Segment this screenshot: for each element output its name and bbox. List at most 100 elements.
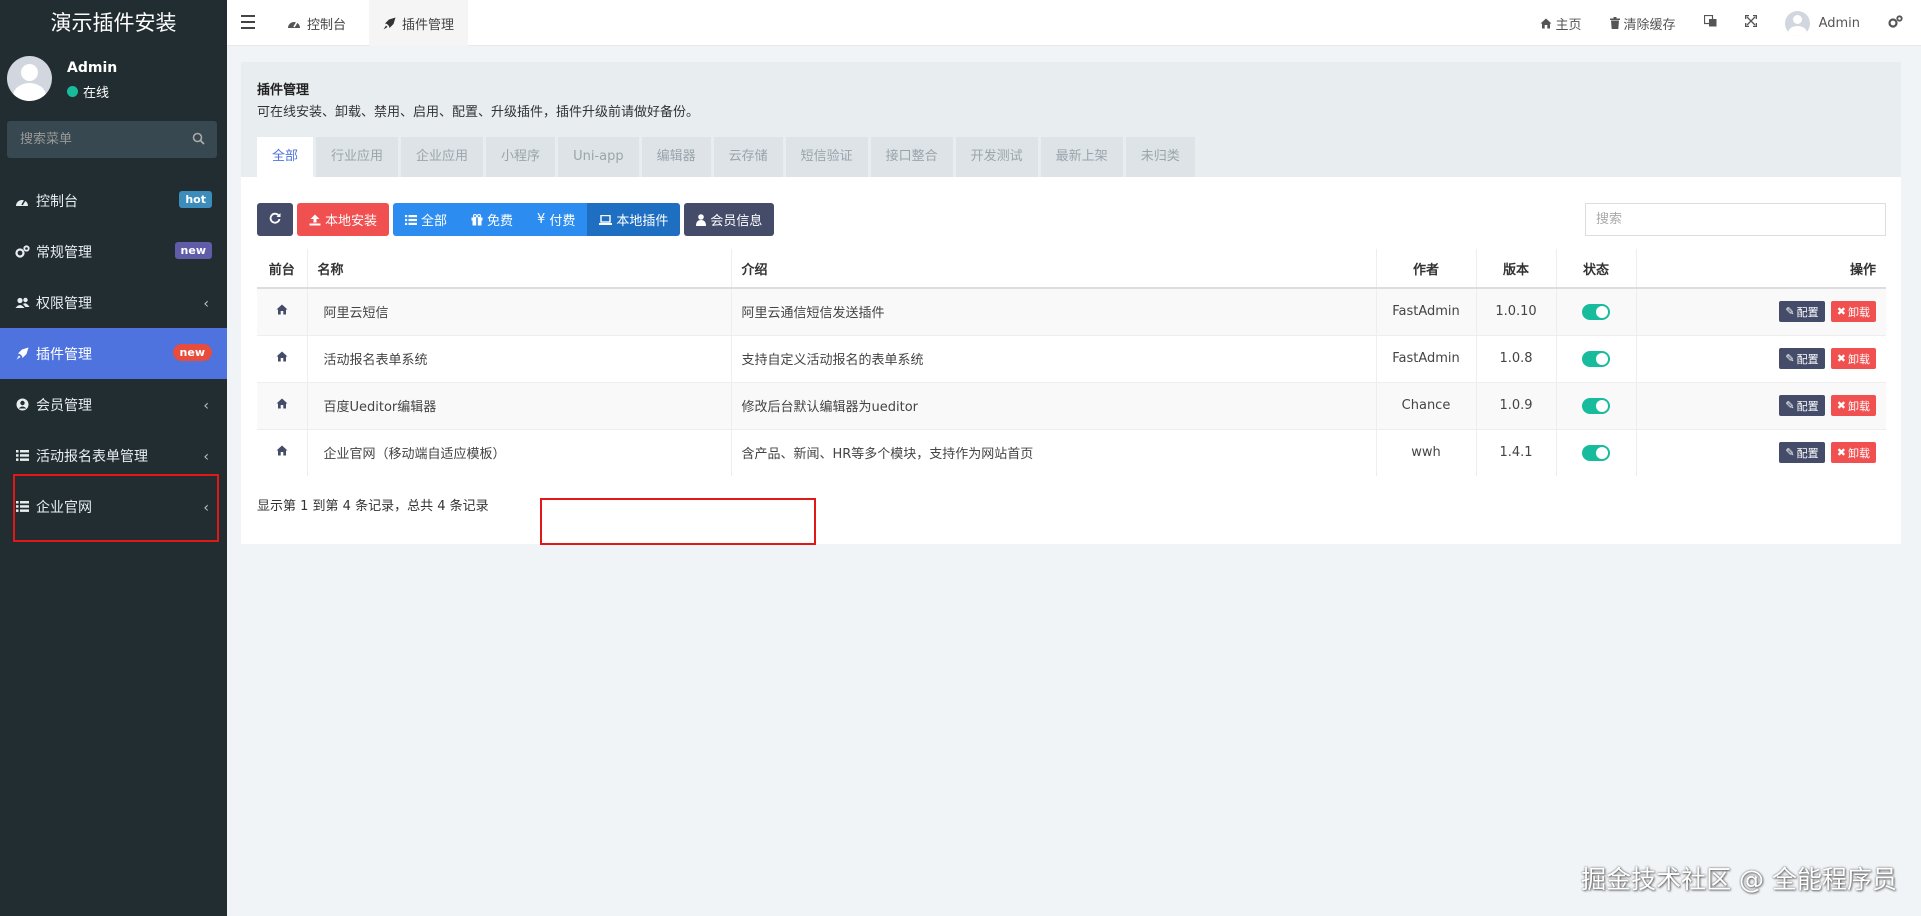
sidebar-item-members[interactable]: 会员管理 ‹: [0, 379, 227, 430]
menu-toggle-icon[interactable]: [241, 15, 255, 33]
addon-name: 企业官网（移动端自适应模板）: [306, 428, 731, 476]
addon-version: 1.4.1: [1475, 428, 1556, 476]
column-header-name[interactable]: 名称: [306, 249, 731, 289]
column-header-front[interactable]: 前台: [257, 249, 307, 289]
tab-enterprise[interactable]: 企业应用: [401, 137, 484, 177]
user-menu[interactable]: Admin: [1771, 0, 1874, 46]
yen-icon: ¥: [537, 212, 546, 227]
tab-uncategorized[interactable]: 未归类: [1125, 137, 1195, 177]
front-link[interactable]: [257, 428, 307, 476]
sidebar-item-auth[interactable]: 权限管理 ‹: [0, 277, 227, 328]
tab-dev-test[interactable]: 开发测试: [955, 137, 1038, 177]
tab-editor[interactable]: 编辑器: [641, 137, 711, 177]
close-icon: ✖: [1836, 446, 1846, 460]
top-navbar: 控制台 插件管理 主页 清除缓存 Admin: [227, 0, 1921, 46]
fullscreen-link[interactable]: [1731, 0, 1771, 46]
tab-cloud-storage[interactable]: 云存储: [713, 137, 783, 177]
filter-button-group: 全部 免费 ¥ 付费 本地插件: [393, 203, 681, 236]
uninstall-button[interactable]: ✖ 卸载: [1830, 442, 1876, 464]
column-header-author[interactable]: 作者: [1375, 249, 1476, 289]
status-toggle[interactable]: [1582, 350, 1610, 367]
addon-author: FastAdmin: [1375, 334, 1476, 382]
new-badge: new: [172, 344, 212, 361]
front-link[interactable]: [257, 381, 307, 429]
uninstall-button[interactable]: ✖ 卸载: [1830, 395, 1876, 416]
close-icon: ✖: [1836, 399, 1846, 412]
status-toggle[interactable]: [1582, 303, 1610, 320]
tab-all[interactable]: 全部: [257, 137, 314, 177]
search-icon[interactable]: [192, 132, 205, 149]
uninstall-button[interactable]: ✖ 卸载: [1830, 348, 1876, 369]
filter-free-button[interactable]: 免费: [459, 203, 526, 236]
table-search-input[interactable]: [1585, 203, 1886, 236]
sidebar-item-addons[interactable]: 插件管理 new: [0, 328, 227, 379]
pencil-icon: ✎: [1785, 305, 1795, 319]
sidebar-item-general[interactable]: 常规管理 new: [0, 226, 227, 277]
online-dot-icon: [67, 86, 78, 97]
config-button[interactable]: ✎ 配置: [1779, 348, 1825, 369]
tab-addons[interactable]: 插件管理: [369, 0, 469, 46]
tab-mini-program[interactable]: 小程序: [486, 137, 556, 177]
local-install-button[interactable]: 本地安装: [297, 203, 390, 236]
member-info-button[interactable]: 会员信息: [684, 203, 775, 236]
status-cell: [1555, 428, 1636, 476]
rocket-icon: [383, 17, 396, 30]
users-icon: [14, 296, 30, 310]
tab-industry[interactable]: 行业应用: [316, 137, 399, 177]
home-icon: [276, 398, 288, 413]
panel-header: 插件管理 可在线安装、卸载、禁用、启用、配置、升级插件，插件升级前请做好备份。 …: [241, 62, 1901, 177]
chevron-left-icon: ‹: [203, 449, 209, 465]
watermark: 掘金技术社区 @ 全能程序员: [1581, 865, 1897, 894]
sidebar-item-label: 活动报名表单管理: [36, 448, 148, 465]
app-logo[interactable]: 演示插件安装: [0, 0, 227, 46]
table-row: 企业官网（移动端自适应模板） 含产品、新闻、HR等多个模块，支持作为网站首页 w…: [257, 428, 1886, 476]
column-header-intro[interactable]: 介绍: [730, 249, 1376, 289]
front-link[interactable]: [257, 287, 307, 335]
chevron-left-icon: ‹: [203, 296, 209, 312]
addon-version: 1.0.9: [1475, 381, 1556, 429]
config-button[interactable]: ✎ 配置: [1779, 301, 1825, 323]
close-icon: ✖: [1836, 352, 1846, 365]
sidebar-item-label: 企业官网: [36, 499, 92, 516]
filter-all-button[interactable]: 全部: [393, 203, 460, 236]
sidebar-menu: 控制台 hot 常规管理 new 权限管理 ‹ 插件管理 new 会员管理 ‹ …: [0, 175, 227, 532]
addon-author: wwh: [1375, 428, 1476, 476]
config-button[interactable]: ✎ 配置: [1779, 442, 1825, 464]
tab-uniapp[interactable]: Uni-app: [558, 137, 639, 177]
home-link[interactable]: 主页: [1526, 0, 1596, 46]
pencil-icon: ✎: [1785, 399, 1795, 412]
user-circle-icon: [14, 398, 30, 412]
clear-cache-link[interactable]: 清除缓存: [1596, 0, 1690, 46]
user-name: Admin: [67, 60, 118, 76]
sidebar-item-corporate-site[interactable]: 企业官网 ‹: [0, 481, 227, 532]
sidebar-item-label: 插件管理: [36, 346, 92, 363]
ops-cell: ✎ 配置 ✖ 卸载: [1635, 381, 1886, 429]
dashboard-icon: [14, 194, 30, 208]
refresh-button[interactable]: [257, 203, 293, 236]
language-link[interactable]: [1690, 0, 1731, 46]
addon-name: 百度Ueditor编辑器: [306, 381, 731, 429]
settings-link[interactable]: [1874, 0, 1921, 46]
list-icon: [14, 500, 30, 514]
column-header-status[interactable]: 状态: [1555, 249, 1636, 289]
column-header-version[interactable]: 版本: [1475, 249, 1556, 289]
tab-dashboard[interactable]: 控制台: [273, 0, 360, 46]
sidebar-item-label: 常规管理: [36, 244, 92, 261]
user-icon: [696, 213, 707, 226]
filter-local-button[interactable]: 本地插件: [587, 203, 681, 236]
status-toggle[interactable]: [1582, 444, 1610, 461]
tab-latest[interactable]: 最新上架: [1040, 137, 1123, 177]
tab-api[interactable]: 接口整合: [870, 137, 953, 177]
config-button[interactable]: ✎ 配置: [1779, 395, 1825, 416]
front-link[interactable]: [257, 334, 307, 382]
sidebar-item-event-forms[interactable]: 活动报名表单管理 ‹: [0, 430, 227, 481]
list-icon: [405, 214, 418, 225]
status-cell: [1555, 334, 1636, 382]
uninstall-button[interactable]: ✖ 卸载: [1830, 301, 1876, 323]
tab-sms[interactable]: 短信验证: [785, 137, 868, 177]
status-toggle[interactable]: [1582, 397, 1610, 414]
menu-search-input[interactable]: [7, 121, 182, 158]
filter-paid-button[interactable]: ¥ 付费: [525, 203, 588, 236]
table-row: 百度Ueditor编辑器 修改后台默认编辑器为ueditor Chance 1.…: [257, 381, 1886, 429]
sidebar-item-dashboard[interactable]: 控制台 hot: [0, 175, 227, 226]
